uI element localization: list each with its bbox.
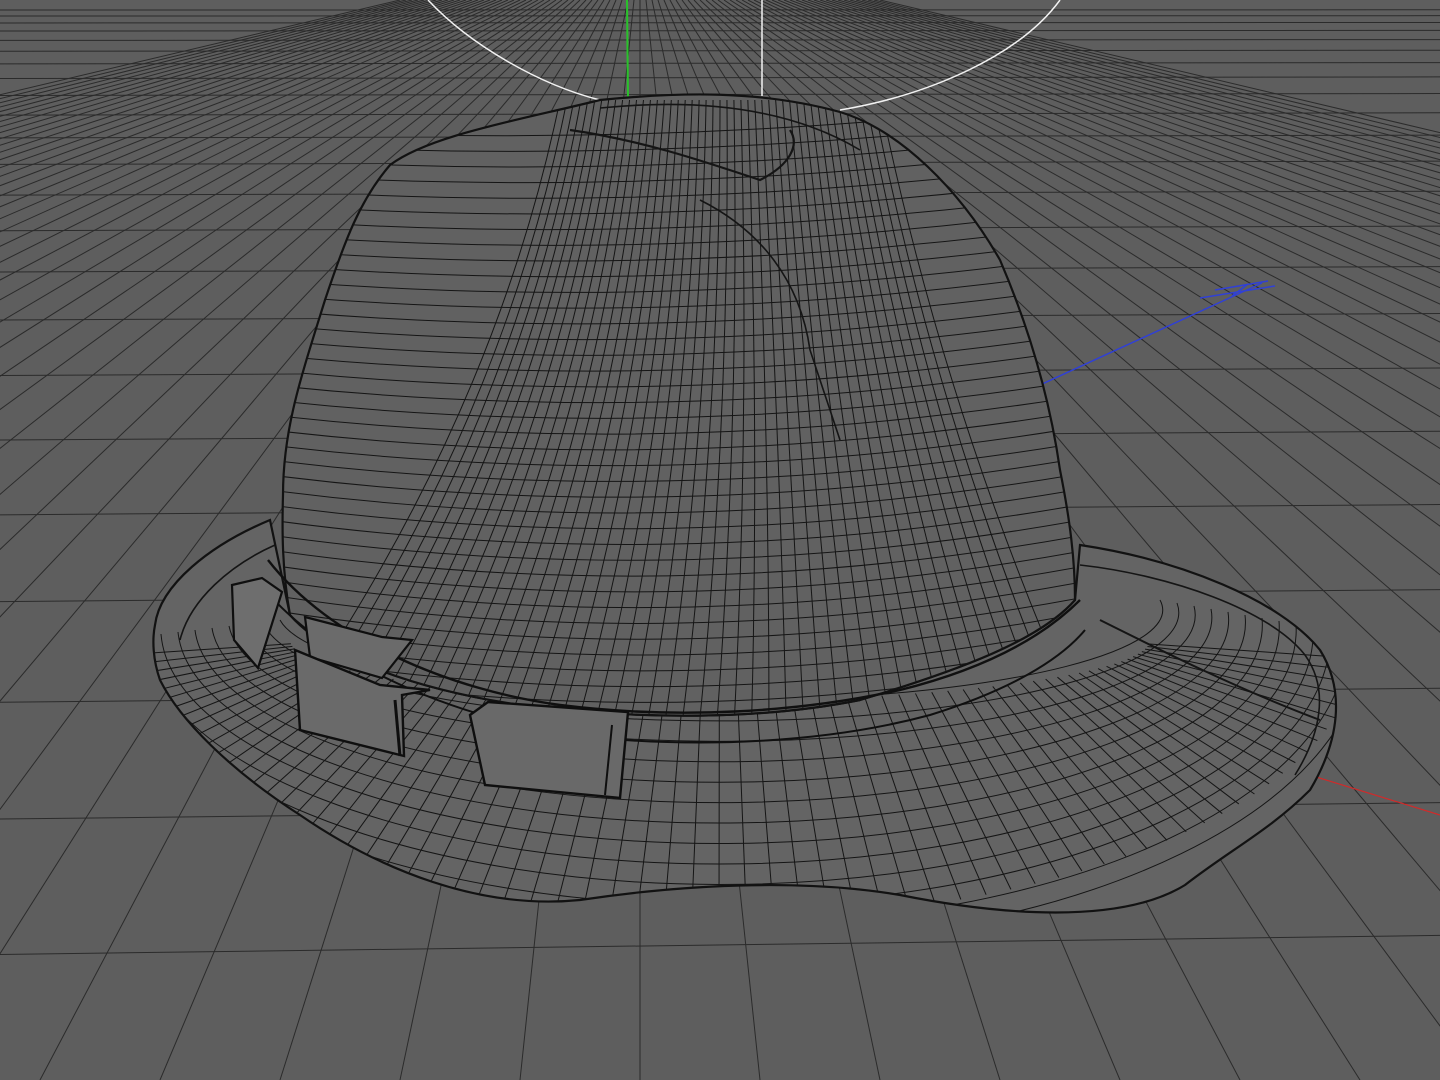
3d-viewport[interactable]	[0, 0, 1440, 1080]
rotate-gizmo-icon[interactable]	[427, 0, 1061, 111]
axis-y-icon	[626, 0, 629, 101]
viewport-canvas[interactable]	[0, 0, 1440, 1080]
